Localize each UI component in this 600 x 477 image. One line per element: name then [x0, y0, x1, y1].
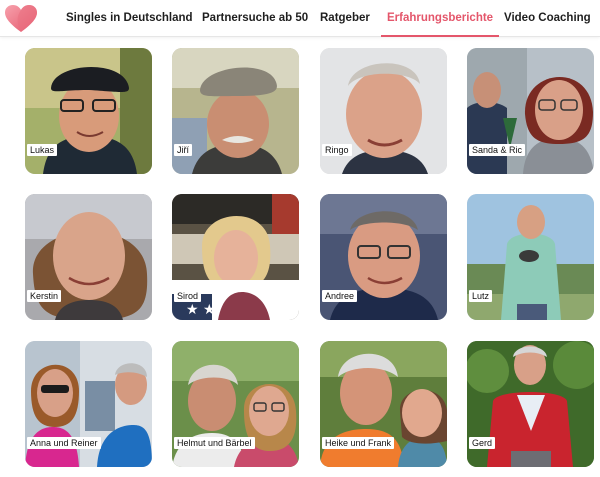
testimonial-name: Jiří [174, 144, 192, 156]
testimonial-card-lukas[interactable]: Lukas [25, 48, 152, 174]
testimonial-card-ringo[interactable]: Ringo [320, 48, 447, 174]
testimonial-name: Lukas [27, 144, 58, 156]
testimonial-grid: Lukas Jiří Ringo Sanda & Ric Kerstin ★ ★… [0, 0, 600, 477]
testimonial-card-helmut-und-baerbel[interactable]: Helmut und Bärbel [172, 341, 299, 467]
testimonial-card-andree[interactable]: Andree [320, 194, 447, 320]
testimonial-name: Sirod [174, 290, 202, 302]
testimonial-card-kerstin[interactable]: Kerstin [25, 194, 152, 320]
testimonial-name: Heike und Frank [322, 437, 395, 449]
testimonial-card-jiri[interactable]: Jiří [172, 48, 299, 174]
testimonial-name: Ringo [322, 144, 352, 156]
testimonial-name: Sanda & Ric [469, 144, 526, 156]
testimonial-card-lutz[interactable]: Lutz [467, 194, 594, 320]
testimonial-card-heike-und-frank[interactable]: Heike und Frank [320, 341, 447, 467]
testimonial-name: Kerstin [27, 290, 62, 302]
svg-text:★ ★: ★ ★ [186, 302, 216, 318]
testimonial-card-sanda-ric[interactable]: Sanda & Ric [467, 48, 594, 174]
testimonial-name: Helmut und Bärbel [174, 437, 255, 449]
testimonial-card-anna-und-reiner[interactable]: Anna und Reiner [25, 341, 152, 467]
testimonial-name: Lutz [469, 290, 493, 302]
testimonial-card-gerd[interactable]: Gerd [467, 341, 594, 467]
testimonial-name: Andree [322, 290, 358, 302]
testimonial-name: Gerd [469, 437, 496, 449]
testimonial-card-sirod[interactable]: ★ ★ Sirod [172, 194, 299, 320]
testimonial-name: Anna und Reiner [27, 437, 101, 449]
